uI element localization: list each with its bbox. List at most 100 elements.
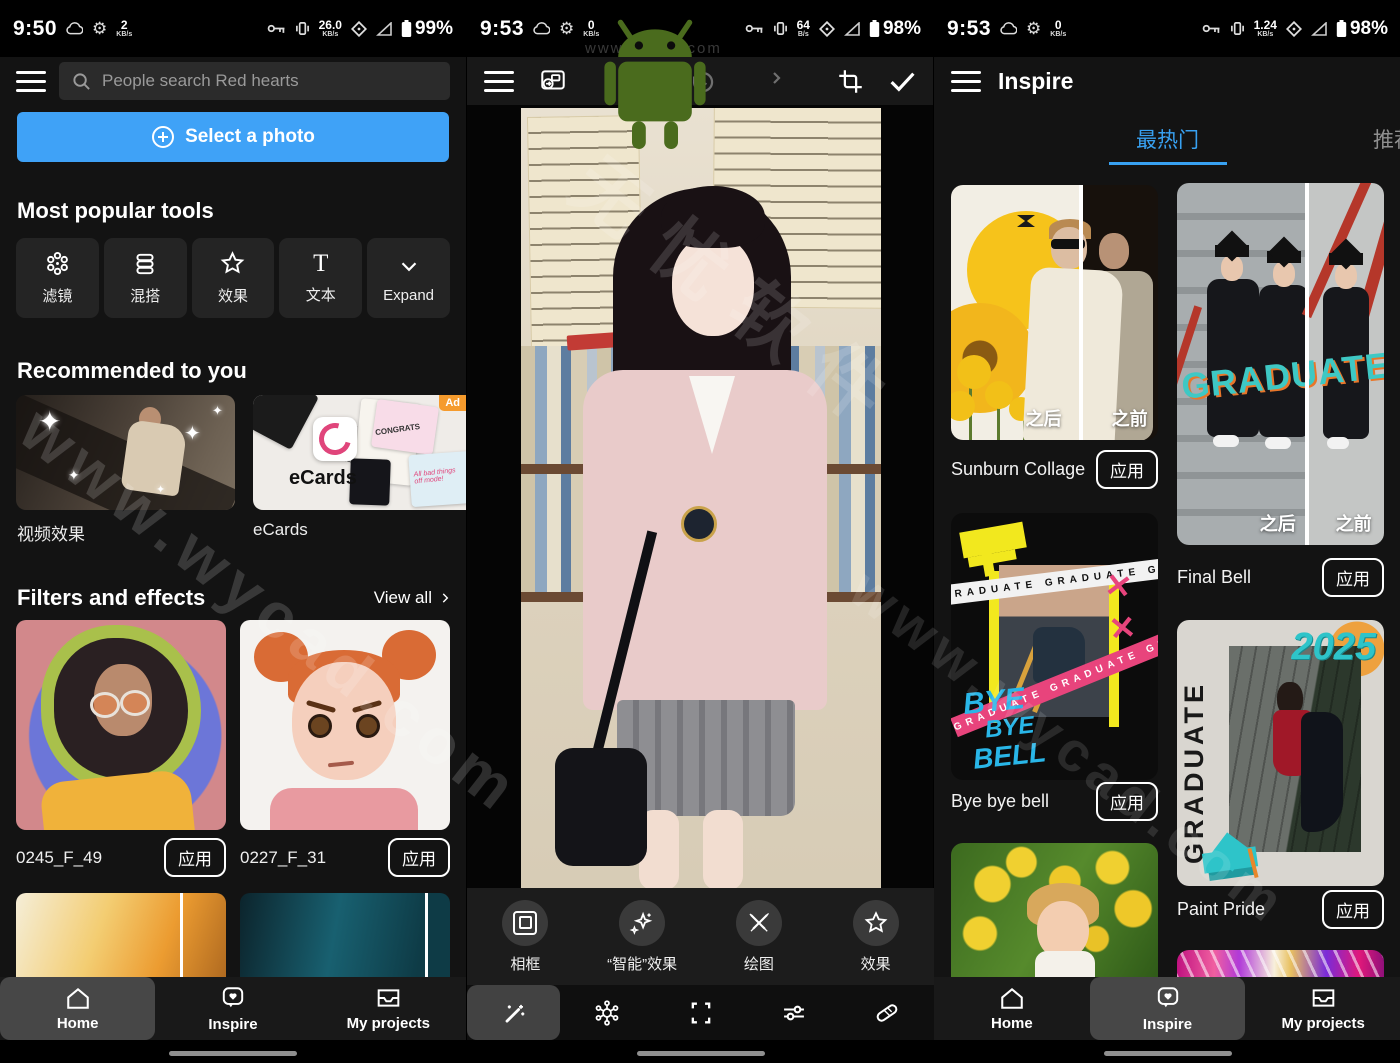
apply-button[interactable]: 应用 xyxy=(164,838,226,877)
home-indicator[interactable] xyxy=(1104,1051,1232,1056)
search-input[interactable]: People search Red hearts xyxy=(59,62,450,100)
inspire-card-footer: Final Bell 应用 xyxy=(1177,558,1384,597)
card-name: Sunburn Collage xyxy=(951,459,1085,480)
star-icon xyxy=(863,910,889,936)
key-icon xyxy=(1202,22,1221,35)
star-icon xyxy=(219,250,246,277)
view-all-link[interactable]: View all xyxy=(374,588,452,608)
photo-blazer-badge xyxy=(681,506,717,542)
export-image-icon[interactable] xyxy=(538,68,568,94)
filter-card-0227[interactable] xyxy=(240,620,450,830)
section-title-most-popular-tools: Most popular tools xyxy=(17,198,214,224)
before-after-divider xyxy=(425,893,428,978)
nav-my-projects[interactable]: My projects xyxy=(1245,977,1400,1040)
tool-expand[interactable]: Expand xyxy=(367,238,450,318)
magic-star-icon xyxy=(629,910,655,936)
recommended-card-title: eCards xyxy=(253,520,308,540)
mode-heal[interactable] xyxy=(841,985,934,1040)
battery-icon xyxy=(401,20,412,38)
filter-flower-icon xyxy=(44,250,71,277)
sparkle-icon: ✦ xyxy=(68,467,80,484)
crop-icon[interactable] xyxy=(837,68,864,95)
recommended-card-video-effects[interactable]: ✦ ✦ ✦ ✦ ✦ xyxy=(16,395,235,510)
after-label: 之后 xyxy=(1026,405,1062,431)
android-robot-watermark xyxy=(586,6,724,154)
home-indicator[interactable] xyxy=(637,1051,765,1056)
inspire-card-sunburn-collage[interactable]: 之后 之前 xyxy=(951,185,1158,440)
home-indicator[interactable] xyxy=(169,1051,297,1056)
before-after-divider xyxy=(1079,185,1083,440)
tool-smart-effects[interactable]: “智能”效果 xyxy=(584,888,701,985)
inspire-card-bye-bye-bell[interactable]: GRADUATE GRADUATE GRADUATE GRADUATE GRAD… xyxy=(951,513,1158,780)
inspire-card-paint-pride[interactable]: GRADUATE 2025 xyxy=(1177,620,1384,886)
mode-adjust[interactable] xyxy=(747,985,840,1040)
nav-home[interactable]: Home xyxy=(934,977,1090,1040)
magic-wand-icon xyxy=(500,999,528,1027)
filter-card-partial-teal[interactable] xyxy=(240,893,450,978)
ad-badge: Ad xyxy=(439,395,466,411)
recommended-card-ecards[interactable]: CONGRATS I Love you All bad things off m… xyxy=(253,395,466,510)
apply-button[interactable]: 应用 xyxy=(1096,450,1158,489)
editor-tools-row: 相框 “智能”效果 绘图 效果 xyxy=(467,888,934,985)
signal-triangle-icon xyxy=(376,22,392,36)
screen-inspire: 9:53 ⚙ 0KB/s 1.24KB/s 98% Inspire 最热门 推荐 xyxy=(933,0,1400,1063)
sparkle-icon: ✦ xyxy=(212,403,223,419)
tab-hottest[interactable]: 最热门 xyxy=(1136,124,1199,154)
menu-button[interactable] xyxy=(16,71,46,92)
tool-draw[interactable]: 绘图 xyxy=(701,888,818,985)
card-art xyxy=(120,690,150,716)
clock: 9:53 xyxy=(480,17,524,41)
apply-button[interactable]: 应用 xyxy=(1322,558,1384,597)
text-tool-icon: T xyxy=(313,251,328,276)
chevron-right-icon xyxy=(438,591,452,605)
status-bar: 9:53 ⚙ 0KB/s 1.24KB/s 98% xyxy=(934,0,1400,57)
menu-button[interactable] xyxy=(484,71,514,92)
confirm-check-icon[interactable] xyxy=(888,69,917,94)
bandage-icon xyxy=(873,999,901,1027)
projects-tray-icon xyxy=(1310,986,1337,1010)
weather-cloud-icon xyxy=(533,22,550,35)
apply-button[interactable]: 应用 xyxy=(1322,890,1384,929)
nav-inspire[interactable]: Inspire xyxy=(155,977,310,1040)
filter-card-partial-autumn[interactable] xyxy=(16,893,226,978)
menu-button[interactable] xyxy=(951,71,981,92)
tool-frame[interactable]: 相框 xyxy=(467,888,584,985)
card-art xyxy=(1035,951,1095,980)
inspire-card-partial-neon[interactable] xyxy=(1177,950,1384,980)
sparkle-icon: ✦ xyxy=(156,483,165,496)
tab-recommended[interactable]: 推荐 xyxy=(1373,124,1400,154)
tool-text[interactable]: T 文本 xyxy=(279,238,362,318)
tool-filters[interactable]: 滤镜 xyxy=(16,238,99,318)
filter-name: 0245_F_49 xyxy=(16,848,102,868)
apply-button[interactable]: 应用 xyxy=(388,838,450,877)
card-art xyxy=(1229,646,1361,852)
editor-canvas-photo[interactable] xyxy=(521,108,881,888)
apply-button[interactable]: 应用 xyxy=(1096,782,1158,821)
tool-effects[interactable]: 效果 xyxy=(192,238,275,318)
tool-effects[interactable]: 效果 xyxy=(817,888,934,985)
key-icon xyxy=(267,22,286,35)
mode-magic-wand[interactable] xyxy=(467,985,560,1040)
filter-card-0245[interactable] xyxy=(16,620,226,830)
inspire-card-final-bell[interactable]: GRADUATE 之后 之前 xyxy=(1177,183,1384,545)
clock: 9:50 xyxy=(13,17,57,41)
sparkle-icon: ✦ xyxy=(38,405,61,438)
battery-indicator: 98% xyxy=(869,18,921,40)
card-name: Paint Pride xyxy=(1177,899,1265,920)
network-speed: 26.0KB/s xyxy=(319,19,342,39)
card-art xyxy=(308,714,332,738)
nav-inspire[interactable]: Inspire xyxy=(1090,977,1246,1040)
chevron-down-icon xyxy=(396,253,422,279)
gear-icon: ⚙ xyxy=(559,20,574,37)
tool-collage[interactable]: 混搭 xyxy=(104,238,187,318)
nav-my-projects[interactable]: My projects xyxy=(311,977,466,1040)
sliders-icon xyxy=(780,999,808,1027)
inspire-card-partial-flowers[interactable] xyxy=(951,843,1158,980)
battery-indicator: 98% xyxy=(1336,18,1388,40)
mode-ai-tools[interactable] xyxy=(560,985,653,1040)
mode-select[interactable] xyxy=(654,985,747,1040)
select-photo-button[interactable]: Select a photo xyxy=(17,112,449,162)
nav-home[interactable]: Home xyxy=(0,977,155,1040)
card-art xyxy=(90,692,120,718)
redo-icon[interactable] xyxy=(756,68,784,92)
